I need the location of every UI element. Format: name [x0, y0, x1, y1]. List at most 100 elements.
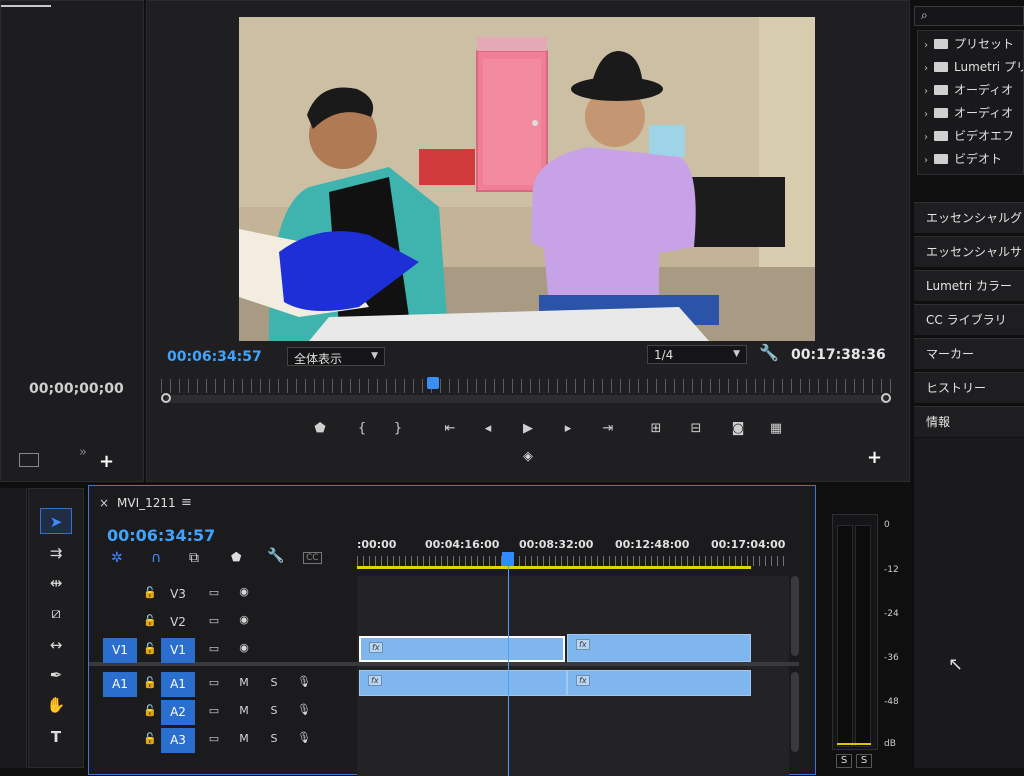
microphone-icon[interactable]: 🎙	[295, 675, 313, 688]
lock-icon[interactable]: 🔓	[141, 642, 159, 655]
audio-clip-1[interactable]: fx	[359, 670, 567, 696]
sync-lock-icon[interactable]: ▭	[205, 704, 223, 717]
timeline-playhead-handle[interactable]	[502, 552, 514, 566]
panel-tab-markers[interactable]: マーカー	[914, 338, 1024, 369]
solo-button[interactable]: S	[265, 704, 283, 717]
sequence-tab-label[interactable]: MVI_1211	[117, 496, 176, 510]
mark-in-icon[interactable]: {	[351, 419, 373, 439]
eye-icon[interactable]: ◉	[235, 585, 253, 598]
work-area-bar[interactable]	[357, 566, 751, 569]
go-to-out-icon[interactable]: ⇥	[597, 419, 619, 439]
solo-button[interactable]: S	[265, 676, 283, 689]
timeline-ruler-ticks[interactable]	[357, 556, 787, 566]
zoom-handle-right[interactable]	[881, 393, 891, 403]
sync-lock-icon[interactable]: ▭	[205, 642, 223, 655]
lift-icon[interactable]: ⊞	[645, 419, 667, 439]
fx-badge[interactable]: fx	[369, 642, 383, 653]
add-marker-icon[interactable]: ⬟	[309, 419, 331, 439]
track-name-a2[interactable]: A2	[161, 700, 195, 725]
solo-right-button[interactable]: S	[856, 754, 872, 768]
panel-tab-essential-sound[interactable]: エッセンシャルサ	[914, 236, 1024, 267]
lock-icon[interactable]: 🔓	[141, 676, 159, 689]
effects-tree-item[interactable]: › オーディオ	[918, 102, 1023, 125]
audio-tracks-scrollbar[interactable]	[791, 672, 799, 752]
nest-insert-icon[interactable]: ✲	[111, 550, 123, 566]
selection-tool-icon[interactable]: ➤	[40, 508, 72, 534]
effects-tree-item[interactable]: › ビデオエフ	[918, 125, 1023, 148]
more-controls-icon[interactable]: »	[79, 445, 87, 460]
captions-cc-icon[interactable]: CC	[303, 552, 322, 564]
pen-tool-icon[interactable]: ✒	[40, 662, 72, 688]
source-patch-v1[interactable]: V1	[103, 638, 137, 663]
solo-button[interactable]: S	[265, 732, 283, 745]
panel-tab-cc-libraries[interactable]: CC ライブラリ	[914, 304, 1024, 335]
eye-icon[interactable]: ◉	[235, 613, 253, 626]
mute-button[interactable]: M	[235, 676, 253, 689]
track-name-a1[interactable]: A1	[161, 672, 195, 697]
sync-lock-icon[interactable]: ▭	[205, 676, 223, 689]
fx-badge[interactable]: fx	[368, 675, 382, 686]
effects-search-field[interactable]: ⌕	[914, 6, 1024, 26]
export-frame-icon[interactable]	[19, 453, 39, 467]
eye-icon[interactable]: ◉	[235, 641, 253, 654]
linked-selection-icon[interactable]: ⧉	[189, 550, 199, 566]
video-tracks-scrollbar[interactable]	[791, 576, 799, 656]
mark-out-icon[interactable]: }	[387, 419, 409, 439]
extract-icon[interactable]: ⊟	[685, 419, 707, 439]
track-name-v1[interactable]: V1	[161, 638, 195, 663]
panel-tab-info[interactable]: 情報	[914, 406, 1024, 437]
program-time-ruler[interactable]	[161, 379, 891, 393]
zoom-level-select[interactable]: 全体表示 ▼	[287, 347, 385, 366]
track-name-v3[interactable]: V3	[161, 582, 195, 607]
lock-icon[interactable]: 🔓	[141, 614, 159, 627]
play-icon[interactable]: ▶	[517, 419, 539, 439]
compare-view-icon[interactable]: ▦	[765, 419, 787, 439]
program-current-timecode[interactable]: 00:06:34:57	[167, 349, 262, 365]
timeline-settings-wrench-icon[interactable]: 🔧	[267, 548, 284, 564]
snap-magnet-icon[interactable]: ∩	[151, 550, 161, 566]
zoom-scrollbar[interactable]	[165, 395, 887, 403]
type-tool-icon[interactable]: T	[40, 724, 72, 750]
audio-clip-2[interactable]: fx	[567, 670, 751, 696]
slip-tool-icon[interactable]: ↔	[40, 632, 72, 658]
close-sequence-icon[interactable]: ×	[99, 496, 109, 510]
lock-icon[interactable]: 🔓	[141, 704, 159, 717]
button-editor-add-icon[interactable]: +	[867, 447, 882, 468]
add-marker-icon[interactable]: ⬟	[231, 550, 241, 564]
lock-icon[interactable]: 🔓	[141, 586, 159, 599]
sync-lock-icon[interactable]: ▭	[205, 586, 223, 599]
ripple-edit-tool-icon[interactable]: ⇹	[40, 570, 72, 596]
timeline-current-timecode[interactable]: 00:06:34:57	[107, 526, 215, 545]
source-patch-a1[interactable]: A1	[103, 672, 137, 697]
effects-tree-item[interactable]: › Lumetri プリ	[918, 56, 1023, 79]
effects-tree-item[interactable]: › オーディオ	[918, 79, 1023, 102]
add-button-icon[interactable]: +	[99, 451, 114, 472]
camera-export-frame-icon[interactable]: ◙	[727, 419, 749, 439]
vr-video-icon[interactable]: ◈	[517, 447, 539, 467]
effects-tree-item[interactable]: › ビデオト	[918, 148, 1023, 171]
track-select-tool-icon[interactable]: ⇉	[40, 540, 72, 566]
sync-lock-icon[interactable]: ▭	[205, 614, 223, 627]
panel-tab-lumetri-color[interactable]: Lumetri カラー	[914, 270, 1024, 301]
lock-icon[interactable]: 🔓	[141, 732, 159, 745]
razor-tool-icon[interactable]: ⧄	[40, 600, 72, 626]
microphone-icon[interactable]: 🎙	[295, 703, 313, 716]
mute-button[interactable]: M	[235, 704, 253, 717]
fx-badge[interactable]: fx	[576, 639, 590, 650]
go-to-in-icon[interactable]: ⇤	[439, 419, 461, 439]
video-clip-1[interactable]: fx	[359, 636, 565, 662]
track-name-a3[interactable]: A3	[161, 728, 195, 753]
solo-left-button[interactable]: S	[836, 754, 852, 768]
video-clip-2[interactable]: fx	[567, 634, 751, 662]
hand-tool-icon[interactable]: ✋	[40, 692, 72, 718]
panel-tab-essential-graphics[interactable]: エッセンシャルグ	[914, 202, 1024, 233]
step-back-icon[interactable]: ◂	[477, 419, 499, 439]
step-forward-icon[interactable]: ▸	[557, 419, 579, 439]
zoom-handle-left[interactable]	[161, 393, 171, 403]
track-name-v2[interactable]: V2	[161, 610, 195, 635]
mute-button[interactable]: M	[235, 732, 253, 745]
effects-tree-item[interactable]: › プリセット	[918, 33, 1023, 56]
fx-badge[interactable]: fx	[576, 675, 590, 686]
program-playhead[interactable]	[427, 377, 439, 389]
playback-resolution-select[interactable]: 1/4 ▼	[647, 345, 747, 364]
